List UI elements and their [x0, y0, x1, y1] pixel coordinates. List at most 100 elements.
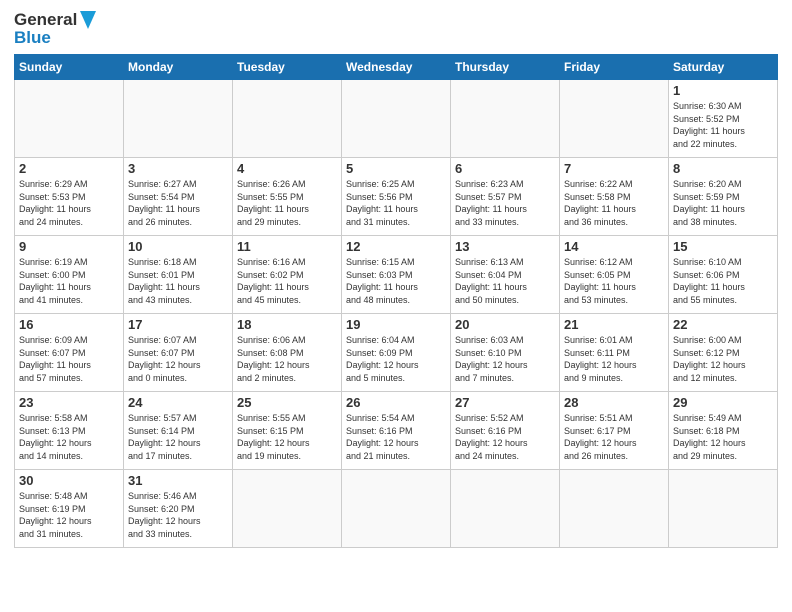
calendar-cell: 14 Sunrise: 6:12 AM Sunset: 6:05 PM Dayli…: [560, 236, 669, 314]
day-info: Sunrise: 5:55 AM Sunset: 6:15 PM Dayligh…: [237, 412, 337, 462]
day-info: Sunrise: 5:46 AM Sunset: 6:20 PM Dayligh…: [128, 490, 228, 540]
day-number: 27: [455, 395, 555, 410]
day-info: Sunrise: 6:13 AM Sunset: 6:04 PM Dayligh…: [455, 256, 555, 306]
calendar-cell: 1 Sunrise: 6:30 AM Sunset: 5:52 PM Daylig…: [669, 80, 778, 158]
day-header-monday: Monday: [124, 55, 233, 80]
calendar-cell: 28 Sunrise: 5:51 AM Sunset: 6:17 PM Dayli…: [560, 392, 669, 470]
calendar-cell: 21 Sunrise: 6:01 AM Sunset: 6:11 PM Dayli…: [560, 314, 669, 392]
calendar-cell: 23 Sunrise: 5:58 AM Sunset: 6:13 PM Dayli…: [15, 392, 124, 470]
calendar-cell: 16 Sunrise: 6:09 AM Sunset: 6:07 PM Dayli…: [15, 314, 124, 392]
day-info: Sunrise: 6:25 AM Sunset: 5:56 PM Dayligh…: [346, 178, 446, 228]
day-number: 29: [673, 395, 773, 410]
calendar-cell: [669, 470, 778, 548]
day-number: 9: [19, 239, 119, 254]
calendar-cell: [560, 470, 669, 548]
calendar-cell: 3 Sunrise: 6:27 AM Sunset: 5:54 PM Daylig…: [124, 158, 233, 236]
day-info: Sunrise: 6:30 AM Sunset: 5:52 PM Dayligh…: [673, 100, 773, 150]
day-number: 5: [346, 161, 446, 176]
calendar-cell: [560, 80, 669, 158]
day-info: Sunrise: 5:48 AM Sunset: 6:19 PM Dayligh…: [19, 490, 119, 540]
calendar-cell: 24 Sunrise: 5:57 AM Sunset: 6:14 PM Dayli…: [124, 392, 233, 470]
day-number: 7: [564, 161, 664, 176]
day-number: 23: [19, 395, 119, 410]
day-info: Sunrise: 5:57 AM Sunset: 6:14 PM Dayligh…: [128, 412, 228, 462]
day-info: Sunrise: 6:12 AM Sunset: 6:05 PM Dayligh…: [564, 256, 664, 306]
calendar-header-row: SundayMondayTuesdayWednesdayThursdayFrid…: [15, 55, 778, 80]
day-info: Sunrise: 6:27 AM Sunset: 5:54 PM Dayligh…: [128, 178, 228, 228]
calendar-cell: 8 Sunrise: 6:20 AM Sunset: 5:59 PM Daylig…: [669, 158, 778, 236]
day-header-saturday: Saturday: [669, 55, 778, 80]
calendar-cell: 2 Sunrise: 6:29 AM Sunset: 5:53 PM Daylig…: [15, 158, 124, 236]
day-number: 2: [19, 161, 119, 176]
day-info: Sunrise: 6:18 AM Sunset: 6:01 PM Dayligh…: [128, 256, 228, 306]
day-number: 22: [673, 317, 773, 332]
day-info: Sunrise: 6:20 AM Sunset: 5:59 PM Dayligh…: [673, 178, 773, 228]
week-row-3: 9 Sunrise: 6:19 AM Sunset: 6:00 PM Daylig…: [15, 236, 778, 314]
calendar-cell: 18 Sunrise: 6:06 AM Sunset: 6:08 PM Dayli…: [233, 314, 342, 392]
calendar-cell: 5 Sunrise: 6:25 AM Sunset: 5:56 PM Daylig…: [342, 158, 451, 236]
day-info: Sunrise: 6:03 AM Sunset: 6:10 PM Dayligh…: [455, 334, 555, 384]
day-number: 3: [128, 161, 228, 176]
logo: General Blue: [14, 10, 96, 48]
calendar-cell: 25Sunrise: 5:55 AM Sunset: 6:15 PM Dayli…: [233, 392, 342, 470]
day-number: 24: [128, 395, 228, 410]
calendar-cell: 19 Sunrise: 6:04 AM Sunset: 6:09 PM Dayli…: [342, 314, 451, 392]
day-number: 26: [346, 395, 446, 410]
day-info: Sunrise: 6:07 AM Sunset: 6:07 PM Dayligh…: [128, 334, 228, 384]
calendar-cell: 10 Sunrise: 6:18 AM Sunset: 6:01 PM Dayli…: [124, 236, 233, 314]
calendar-cell: 9 Sunrise: 6:19 AM Sunset: 6:00 PM Daylig…: [15, 236, 124, 314]
day-info: Sunrise: 6:26 AM Sunset: 5:55 PM Dayligh…: [237, 178, 337, 228]
day-info: Sunrise: 6:29 AM Sunset: 5:53 PM Dayligh…: [19, 178, 119, 228]
day-info: Sunrise: 6:09 AM Sunset: 6:07 PM Dayligh…: [19, 334, 119, 384]
calendar-cell: 12Sunrise: 6:15 AM Sunset: 6:03 PM Dayli…: [342, 236, 451, 314]
day-info: Sunrise: 6:04 AM Sunset: 6:09 PM Dayligh…: [346, 334, 446, 384]
header: General Blue: [14, 10, 778, 48]
calendar-cell: [124, 80, 233, 158]
day-info: Sunrise: 5:51 AM Sunset: 6:17 PM Dayligh…: [564, 412, 664, 462]
day-number: 20: [455, 317, 555, 332]
calendar-cell: [451, 470, 560, 548]
day-number: 28: [564, 395, 664, 410]
day-info: Sunrise: 6:16 AM Sunset: 6:02 PM Dayligh…: [237, 256, 337, 306]
day-info: Sunrise: 6:22 AM Sunset: 5:58 PM Dayligh…: [564, 178, 664, 228]
day-number: 18: [237, 317, 337, 332]
day-number: 13: [455, 239, 555, 254]
calendar-cell: 17Sunrise: 6:07 AM Sunset: 6:07 PM Dayli…: [124, 314, 233, 392]
day-info: Sunrise: 6:19 AM Sunset: 6:00 PM Dayligh…: [19, 256, 119, 306]
logo-general: General: [14, 10, 77, 30]
calendar-cell: 20 Sunrise: 6:03 AM Sunset: 6:10 PM Dayli…: [451, 314, 560, 392]
day-info: Sunrise: 6:00 AM Sunset: 6:12 PM Dayligh…: [673, 334, 773, 384]
calendar-cell: 15 Sunrise: 6:10 AM Sunset: 6:06 PM Dayli…: [669, 236, 778, 314]
day-header-friday: Friday: [560, 55, 669, 80]
day-number: 19: [346, 317, 446, 332]
day-info: Sunrise: 5:52 AM Sunset: 6:16 PM Dayligh…: [455, 412, 555, 462]
day-header-sunday: Sunday: [15, 55, 124, 80]
calendar-cell: [233, 470, 342, 548]
week-row-5: 23 Sunrise: 5:58 AM Sunset: 6:13 PM Dayli…: [15, 392, 778, 470]
day-number: 10: [128, 239, 228, 254]
calendar-cell: 13 Sunrise: 6:13 AM Sunset: 6:04 PM Dayli…: [451, 236, 560, 314]
day-info: Sunrise: 6:01 AM Sunset: 6:11 PM Dayligh…: [564, 334, 664, 384]
week-row-1: 1 Sunrise: 6:30 AM Sunset: 5:52 PM Daylig…: [15, 80, 778, 158]
calendar: SundayMondayTuesdayWednesdayThursdayFrid…: [14, 54, 778, 548]
day-number: 15: [673, 239, 773, 254]
day-number: 31: [128, 473, 228, 488]
day-info: Sunrise: 6:06 AM Sunset: 6:08 PM Dayligh…: [237, 334, 337, 384]
calendar-cell: 29 Sunrise: 5:49 AM Sunset: 6:18 PM Dayli…: [669, 392, 778, 470]
week-row-6: 30 Sunrise: 5:48 AM Sunset: 6:19 PM Dayli…: [15, 470, 778, 548]
day-number: 30: [19, 473, 119, 488]
day-info: Sunrise: 5:58 AM Sunset: 6:13 PM Dayligh…: [19, 412, 119, 462]
day-info: Sunrise: 5:54 AM Sunset: 6:16 PM Dayligh…: [346, 412, 446, 462]
day-number: 8: [673, 161, 773, 176]
day-header-tuesday: Tuesday: [233, 55, 342, 80]
logo-triangle-icon: [80, 11, 96, 29]
day-number: 12: [346, 239, 446, 254]
day-number: 21: [564, 317, 664, 332]
calendar-cell: 22 Sunrise: 6:00 AM Sunset: 6:12 PM Dayli…: [669, 314, 778, 392]
logo-blue: Blue: [14, 28, 51, 47]
day-info: Sunrise: 5:49 AM Sunset: 6:18 PM Dayligh…: [673, 412, 773, 462]
day-info: Sunrise: 6:10 AM Sunset: 6:06 PM Dayligh…: [673, 256, 773, 306]
day-number: 16: [19, 317, 119, 332]
day-number: 1: [673, 83, 773, 98]
day-number: 14: [564, 239, 664, 254]
